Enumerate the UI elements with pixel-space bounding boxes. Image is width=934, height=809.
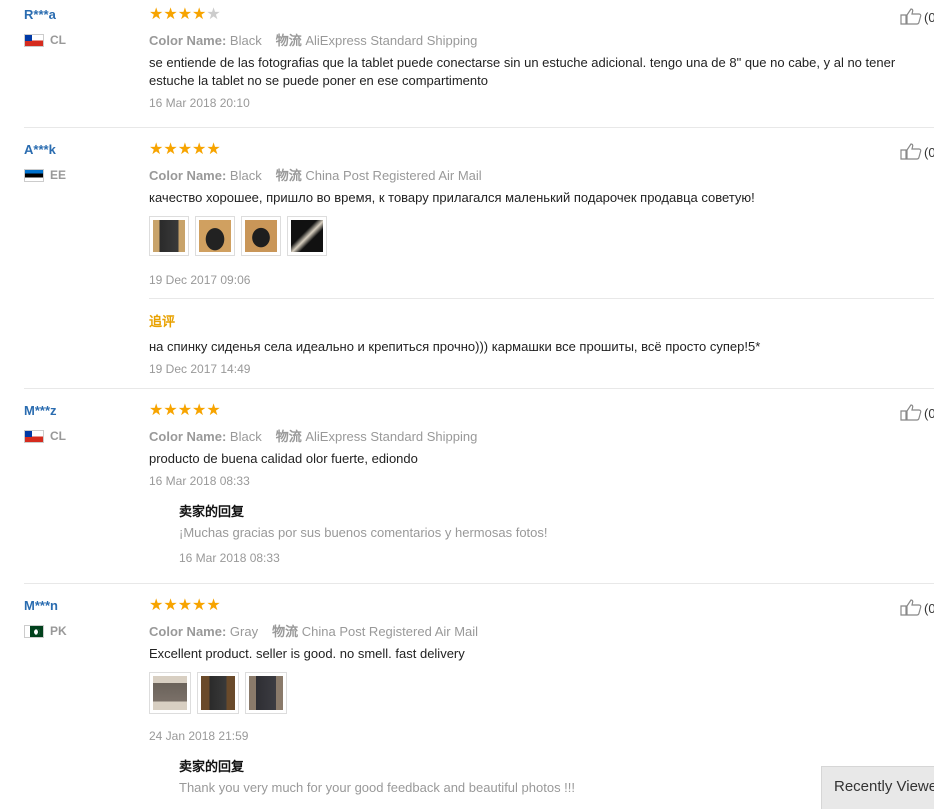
review-photo[interactable] [149, 216, 189, 256]
review-meta: Color Name: Gray 物流 China Post Registered… [149, 624, 479, 639]
review-date: 16 Mar 2018 08:33 [149, 474, 250, 488]
review-photo[interactable] [149, 672, 191, 714]
star-rating: ★★★★★ [149, 402, 221, 419]
helpful-button[interactable]: (0 [900, 7, 934, 28]
thumbs-up-icon [900, 7, 922, 28]
review-photo[interactable] [195, 216, 235, 256]
seller-reply-label: 卖家的回复 [179, 504, 245, 519]
star-rating: ★★★★★ [149, 597, 221, 614]
recently-viewed-button[interactable]: Recently Viewed [821, 766, 934, 809]
thumbs-up-icon [900, 598, 922, 619]
review-photo[interactable] [245, 672, 287, 714]
flag-cl-icon [24, 429, 44, 443]
flag-cl-icon [24, 33, 44, 47]
helpful-button[interactable]: (0 [900, 598, 934, 619]
reviewer-country: EE [24, 168, 66, 182]
reviewer-country: PK [24, 624, 67, 638]
seller-reply-text: Thank you very much for your good feedba… [179, 780, 576, 795]
helpful-button[interactable]: (0 [900, 403, 934, 424]
helpful-button[interactable]: (0 [900, 142, 934, 163]
review-divider [24, 583, 934, 584]
review-text: Excellent product. seller is good. no sm… [149, 646, 465, 661]
review-meta: Color Name: Black 物流 AliExpress Standard … [149, 429, 478, 444]
additional-feedback-text: на спинку сиденья села идеально и крепит… [149, 339, 761, 354]
reviewer-name[interactable]: M***n [24, 598, 58, 613]
thumbs-up-icon [900, 142, 922, 163]
star-rating: ★★★★★ [149, 6, 221, 23]
review-date: 19 Dec 2017 09:06 [149, 273, 251, 287]
flag-ee-icon [24, 168, 44, 182]
review-date: 24 Jan 2018 21:59 [149, 729, 249, 743]
thumbs-up-icon [900, 403, 922, 424]
review-divider [24, 388, 934, 389]
reviewer-country: CL [24, 33, 66, 47]
seller-reply-label: 卖家的回复 [179, 759, 245, 774]
review-date: 16 Mar 2018 20:10 [149, 96, 250, 110]
review-divider [24, 127, 934, 128]
additional-feedback-date: 19 Dec 2017 14:49 [149, 362, 251, 376]
additional-divider [149, 298, 934, 299]
review-meta: Color Name: Black 物流 China Post Registere… [149, 168, 482, 183]
flag-pk-icon [24, 624, 44, 638]
reviewer-name[interactable]: R***a [24, 7, 56, 22]
star-rating: ★★★★★ [149, 141, 221, 158]
review-text: se entiende de las fotografias que la ta… [149, 55, 896, 88]
reviewer-country: CL [24, 429, 66, 443]
review-meta: Color Name: Black 物流 AliExpress Standard … [149, 33, 478, 48]
reviewer-name[interactable]: M***z [24, 403, 57, 418]
seller-reply-text: ¡Muchas gracias por sus buenos comentari… [179, 525, 548, 540]
review-text: качество хорошее, пришло во время, к тов… [149, 190, 755, 205]
additional-feedback-label: 追评 [149, 314, 176, 329]
review-photos [149, 216, 327, 256]
review-photo[interactable] [241, 216, 281, 256]
review-text: producto de buena calidad olor fuerte, e… [149, 451, 418, 466]
reviewer-name[interactable]: A***k [24, 142, 56, 157]
review-photo[interactable] [287, 216, 327, 256]
review-photo[interactable] [197, 672, 239, 714]
review-photos [149, 672, 287, 714]
seller-reply-date: 16 Mar 2018 08:33 [179, 551, 280, 565]
